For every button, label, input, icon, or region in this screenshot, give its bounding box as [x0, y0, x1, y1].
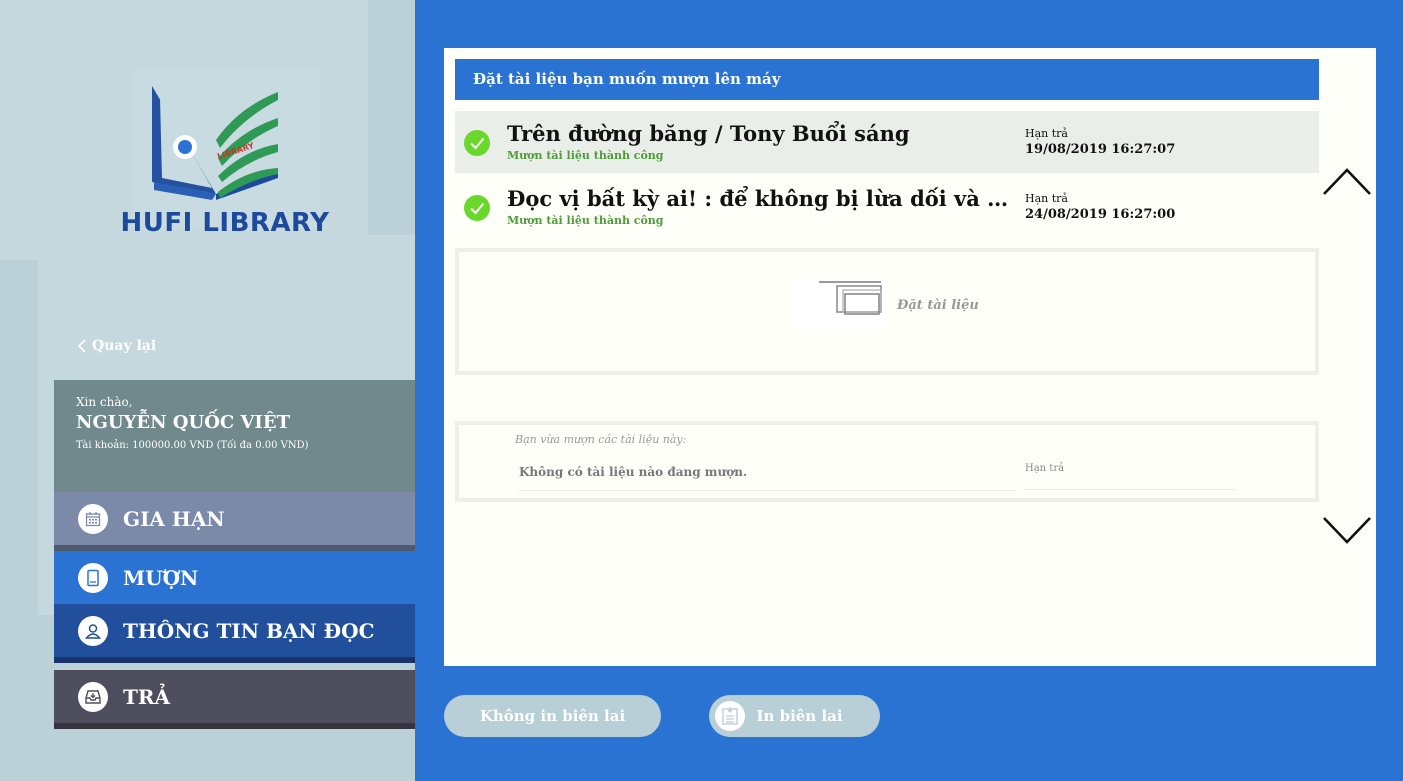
drop-zone-label: Đặt tài liệu — [897, 298, 979, 313]
recently-borrowed-heading: Bạn vừa mượn các tài liệu này: — [515, 433, 687, 446]
button-label: Không in biên lai — [479, 707, 626, 725]
user-name: NGUYỄN QUỐC VIỆT — [76, 412, 290, 433]
menu-item-borrow[interactable]: MƯỢN — [54, 551, 415, 604]
user-info: Xin chào, NGUYỄN QUỐC VIỆT Tài khoản: 10… — [54, 380, 415, 492]
menu-label: THÔNG TIN BẠN ĐỌC — [123, 618, 375, 643]
menu-label: TRẢ — [123, 684, 171, 709]
sidebar: LIBRARY HUFI LIBRARY Quay lại Xin chào, … — [0, 0, 415, 781]
receipt-icon — [715, 701, 745, 731]
chevron-left-icon — [77, 339, 86, 353]
due-label: Hạn trả — [1025, 192, 1068, 205]
panel-header: Đặt tài liệu bạn muốn mượn lên máy — [455, 59, 1319, 100]
menu-item-renew[interactable]: GIA HẠN — [54, 492, 415, 551]
check-circle-icon — [464, 195, 490, 221]
menu-label: GIA HẠN — [123, 506, 225, 531]
scanner-tray-icon — [819, 281, 882, 315]
brand-name: HUFI LIBRARY — [120, 208, 330, 238]
document-drop-zone: Đặt tài liệu — [455, 248, 1319, 375]
borrowed-item: Trên đường băng / Tony Buổi sáng Mượn tà… — [455, 111, 1319, 173]
greeting: Xin chào, — [76, 395, 133, 409]
menu-item-return[interactable]: TRẢ — [54, 670, 415, 729]
calendar-icon — [78, 503, 108, 534]
due-date: 24/08/2019 16:27:00 — [1025, 207, 1176, 222]
empty-list-message: Không có tài liệu nào đang mượn. — [519, 465, 1016, 491]
borrowed-item: Đọc vị bất kỳ ai! : để không bị lừa dối … — [455, 176, 1319, 238]
user-icon — [78, 615, 108, 646]
button-label: In biên lai — [756, 707, 843, 725]
no-receipt-button[interactable]: Không in biên lai — [444, 695, 661, 737]
back-label: Quay lại — [92, 338, 157, 354]
back-link[interactable]: Quay lại — [76, 338, 156, 354]
print-receipt-button[interactable]: In biên lai — [709, 695, 880, 737]
borrow-panel: Đặt tài liệu bạn muốn mượn lên máy Trên … — [444, 48, 1376, 666]
due-column-header: Hạn trả — [1025, 463, 1235, 490]
item-status: Mượn tài liệu thành công — [507, 214, 664, 227]
account-balance: Tài khoản: 100000.00 VND (Tối đa 0.00 VN… — [76, 440, 309, 451]
recently-borrowed-box: Bạn vừa mượn các tài liệu này: Không có … — [455, 421, 1319, 502]
menu-label: MƯỢN — [123, 565, 199, 590]
item-title: Đọc vị bất kỳ ai! : để không bị lừa dối … — [507, 186, 1012, 211]
return-tray-icon — [78, 681, 108, 712]
item-title: Trên đường băng / Tony Buổi sáng — [507, 121, 910, 146]
scroll-up-chevron-icon[interactable] — [1322, 166, 1372, 198]
book-icon — [78, 562, 108, 593]
item-status: Mượn tài liệu thành công — [507, 149, 664, 162]
drop-icon-wrapper — [793, 280, 885, 328]
menu-item-reader-info[interactable]: THÔNG TIN BẠN ĐỌC — [54, 604, 415, 663]
due-label: Hạn trả — [1025, 127, 1068, 140]
check-circle-icon — [464, 130, 490, 156]
due-date: 19/08/2019 16:27:07 — [1025, 142, 1176, 157]
scroll-down-chevron-icon[interactable] — [1322, 514, 1372, 546]
